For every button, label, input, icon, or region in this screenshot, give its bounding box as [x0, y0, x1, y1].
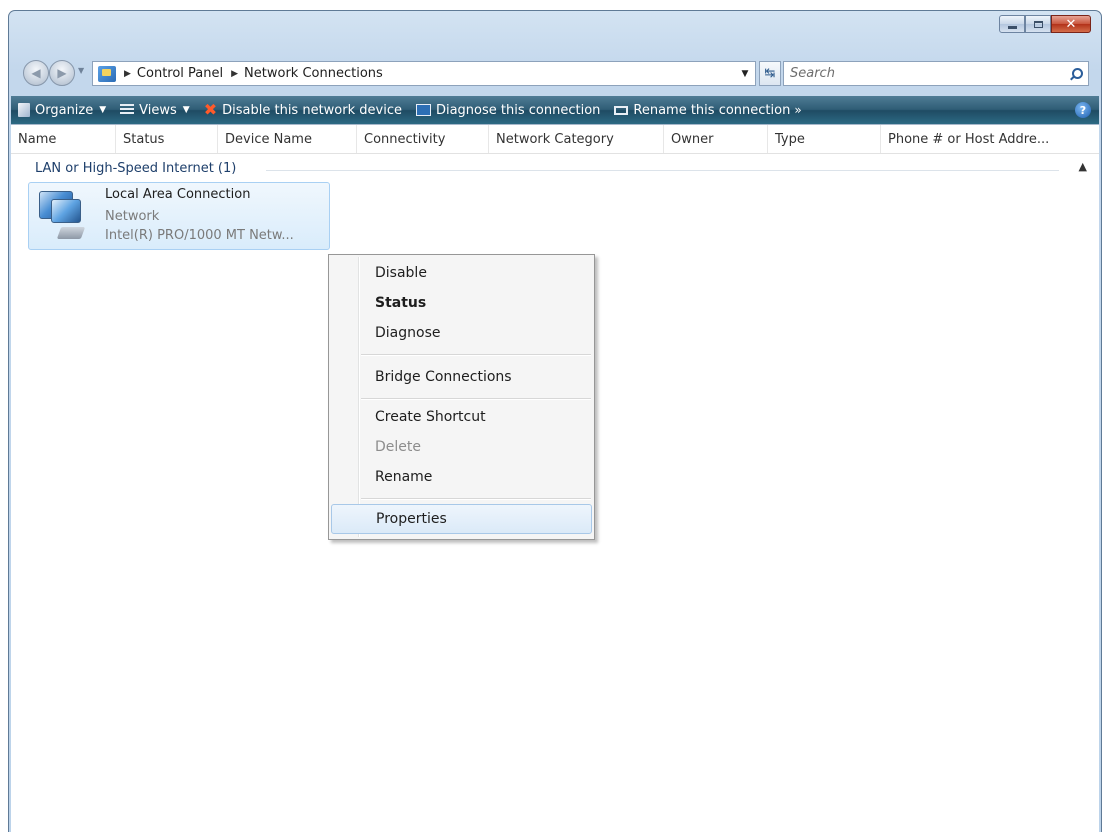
breadcrumb-separator-icon[interactable]: ▶ — [124, 69, 131, 79]
connection-name: Local Area Connection — [105, 187, 251, 202]
collapse-chevron-icon[interactable]: ▲ — [1079, 160, 1087, 173]
network-connection-icon — [37, 191, 86, 241]
command-bar: Organize ▼ Views ▼ ✖ Disable this networ… — [11, 96, 1099, 124]
menu-item-disable[interactable]: Disable — [331, 258, 592, 288]
column-header-owner[interactable]: Owner — [664, 125, 768, 153]
connection-device: Intel(R) PRO/1000 MT Netw... — [105, 228, 294, 243]
group-divider — [266, 170, 1059, 171]
column-headers: Name Status Device Name Connectivity Net… — [11, 125, 1099, 154]
overflow-chevron-icon[interactable]: » — [794, 103, 801, 117]
menu-item-status[interactable]: Status — [331, 288, 592, 318]
chevron-down-icon: ▼ — [99, 105, 107, 115]
caption-buttons: ✕ — [999, 15, 1091, 33]
column-header-phone-host[interactable]: Phone # or Host Addre... — [881, 125, 1099, 153]
context-menu: Disable Status Diagnose Bridge Connectio… — [328, 254, 595, 540]
organize-icon — [18, 103, 30, 117]
column-header-status[interactable]: Status — [116, 125, 218, 153]
search-placeholder: Search — [790, 66, 835, 81]
menu-separator — [361, 398, 591, 400]
refresh-icon: ↹ — [764, 66, 776, 81]
rename-connection-label: Rename this connection — [633, 102, 791, 118]
help-icon[interactable]: ? — [1075, 102, 1091, 118]
address-dropdown-icon[interactable]: ▼ — [735, 69, 755, 79]
minimize-button[interactable] — [999, 15, 1025, 33]
menu-item-delete: Delete — [375, 439, 421, 455]
search-icon[interactable] — [1070, 67, 1083, 80]
close-icon: ✕ — [1065, 16, 1077, 32]
menu-item-rename[interactable]: Rename — [331, 462, 592, 492]
views-button[interactable]: Views ▼ — [113, 96, 197, 124]
connection-status: Network — [105, 209, 160, 224]
views-label: Views — [139, 102, 177, 118]
menu-separator — [361, 498, 591, 500]
views-icon — [120, 104, 135, 116]
rename-icon — [614, 105, 629, 115]
column-header-connectivity[interactable]: Connectivity — [357, 125, 489, 153]
breadcrumb-separator-icon[interactable]: ▶ — [231, 69, 238, 79]
organize-button[interactable]: Organize ▼ — [11, 96, 113, 124]
menu-item-diagnose[interactable]: Diagnose — [331, 318, 592, 348]
maximize-button[interactable] — [1025, 15, 1051, 33]
back-button[interactable]: ◀ — [23, 60, 49, 86]
disable-x-icon: ✖ — [203, 100, 218, 119]
rename-connection-button[interactable]: Rename this connection » — [607, 96, 808, 124]
diagnose-connection-button[interactable]: Diagnose this connection — [409, 96, 607, 124]
back-arrow-icon: ◀ — [31, 66, 41, 80]
menu-item-properties[interactable]: Properties — [331, 504, 592, 534]
diagnose-icon — [415, 104, 431, 116]
breadcrumb-network-connections[interactable]: Network Connections — [244, 66, 383, 81]
forward-arrow-icon: ▶ — [57, 66, 67, 80]
close-button[interactable]: ✕ — [1051, 15, 1091, 33]
recent-pages-dropdown[interactable]: ▼ — [78, 66, 84, 75]
column-header-type[interactable]: Type — [768, 125, 881, 153]
group-header[interactable]: LAN or High-Speed Internet (1) — [35, 161, 236, 176]
disable-device-button[interactable]: ✖ Disable this network device — [197, 96, 409, 124]
menu-item-create-shortcut[interactable]: Create Shortcut — [331, 402, 592, 432]
column-header-name[interactable]: Name — [11, 125, 116, 153]
organize-label: Organize — [35, 102, 94, 118]
chevron-down-icon: ▼ — [182, 105, 190, 115]
menu-separator — [361, 354, 591, 356]
navigation-row: ◀ ▶ ▼ ▶ Control Panel ▶ Network Connecti… — [9, 60, 1101, 88]
refresh-button[interactable]: ↹ — [759, 61, 781, 86]
local-area-connection-item[interactable]: Local Area Connection Network Intel(R) P… — [28, 182, 330, 250]
search-input[interactable]: Search — [783, 61, 1089, 86]
column-header-network-category[interactable]: Network Category — [489, 125, 664, 153]
menu-item-bridge-connections[interactable]: Bridge Connections — [331, 362, 592, 392]
minimize-icon — [1007, 25, 1017, 29]
diagnose-connection-label: Diagnose this connection — [435, 102, 601, 118]
forward-button[interactable]: ▶ — [49, 60, 75, 86]
control-panel-icon — [98, 65, 116, 82]
maximize-icon — [1033, 20, 1043, 28]
address-bar[interactable]: ▶ Control Panel ▶ Network Connections ▼ — [92, 61, 756, 86]
breadcrumb-control-panel[interactable]: Control Panel — [137, 66, 223, 81]
disable-device-label: Disable this network device — [222, 102, 402, 118]
column-header-device-name[interactable]: Device Name — [218, 125, 357, 153]
